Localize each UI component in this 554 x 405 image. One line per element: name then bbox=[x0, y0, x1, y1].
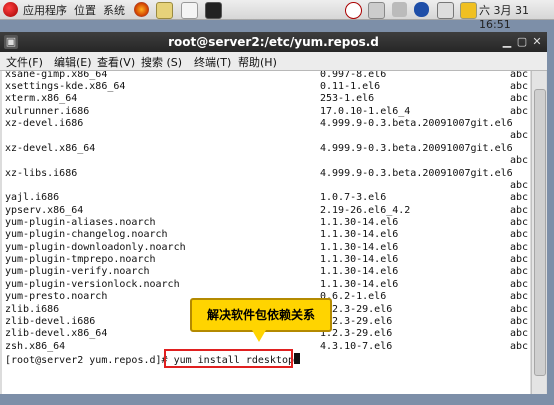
package-repo: abc bbox=[510, 291, 529, 302]
input-method-icon[interactable] bbox=[460, 2, 477, 19]
package-repo: abc bbox=[510, 130, 529, 141]
package-version: 1.1.30-14.el6 bbox=[320, 242, 399, 253]
menu-view[interactable]: 查看(V) bbox=[97, 54, 135, 70]
package-repo: abc bbox=[510, 316, 529, 327]
update-alert-icon[interactable] bbox=[345, 2, 362, 19]
places-menu[interactable]: 位置 bbox=[74, 2, 96, 18]
redhat-logo-icon[interactable] bbox=[3, 2, 18, 17]
package-repo: abc bbox=[510, 328, 529, 339]
package-repo: abc bbox=[510, 254, 529, 265]
package-repo: abc bbox=[510, 341, 529, 352]
package-name: yum-plugin-downloadonly.noarch bbox=[5, 242, 186, 253]
terminal-window: ▣ root@server2:/etc/yum.repos.d ▁ ▢ ✕ 文件… bbox=[0, 32, 547, 394]
package-version: 1.1.30-14.el6 bbox=[320, 266, 399, 277]
package-name: zsh.x86_64 bbox=[5, 341, 66, 352]
firefox-icon[interactable] bbox=[134, 2, 149, 17]
package-version: 1.1.30-14.el6 bbox=[320, 254, 399, 265]
package-repo: abc bbox=[510, 229, 529, 240]
applications-menu[interactable]: 应用程序 bbox=[23, 2, 67, 18]
package-name: zlib.i686 bbox=[5, 304, 60, 315]
package-version: 17.0.10-1.el6_4 bbox=[320, 106, 411, 117]
bluetooth-icon[interactable] bbox=[414, 2, 429, 17]
shell-prompt: [root@server2 yum.repos.d]# bbox=[5, 355, 174, 366]
window-title: root@server2:/etc/yum.repos.d bbox=[168, 35, 379, 49]
package-name: zlib-devel.x86_64 bbox=[5, 328, 108, 339]
menu-edit[interactable]: 编辑(E) bbox=[54, 54, 92, 70]
package-repo: abc bbox=[510, 106, 529, 117]
close-icon[interactable]: ✕ bbox=[530, 35, 544, 49]
package-repo: abc bbox=[510, 242, 529, 253]
package-name: xsane-gimp.x86_64 bbox=[5, 71, 108, 80]
package-name: xterm.x86_64 bbox=[5, 93, 78, 104]
package-repo: abc bbox=[510, 304, 529, 315]
menu-search[interactable]: 搜索 (S) bbox=[141, 54, 182, 70]
annotation-callout-pointer bbox=[252, 330, 266, 342]
package-name: zlib-devel.i686 bbox=[5, 316, 96, 327]
menu-help[interactable]: 帮助(H) bbox=[238, 54, 277, 70]
menu-file[interactable]: 文件(F) bbox=[6, 54, 43, 70]
package-name: xsettings-kde.x86_64 bbox=[5, 81, 126, 92]
annotation-callout: 解决软件包依赖关系 bbox=[190, 298, 332, 332]
maximize-icon[interactable]: ▢ bbox=[515, 35, 529, 49]
package-repo: abc bbox=[510, 155, 529, 166]
cursor bbox=[294, 353, 300, 364]
terminal-icon[interactable] bbox=[205, 2, 222, 19]
menubar: 文件(F) 编辑(E) 查看(V) 搜索 (S) 终端(T) 帮助(H) bbox=[0, 52, 547, 71]
package-name: yum-plugin-versionlock.noarch bbox=[5, 279, 180, 290]
package-version: 0.997-8.el6 bbox=[320, 71, 387, 80]
package-version: 4.999.9-0.3.beta.20091007git.el6 bbox=[320, 168, 513, 179]
package-version: 1.1.30-14.el6 bbox=[320, 279, 399, 290]
package-repo: abc bbox=[510, 81, 529, 92]
package-name: xz-devel.x86_64 bbox=[5, 143, 96, 154]
package-version: 1.1.30-14.el6 bbox=[320, 229, 399, 240]
command-highlight-box bbox=[164, 349, 293, 368]
chat-icon[interactable] bbox=[437, 2, 454, 19]
package-version: 4.999.9-0.3.beta.20091007git.el6 bbox=[320, 118, 513, 129]
package-version: 0.11-1.el6 bbox=[320, 81, 381, 92]
package-name: xulrunner.i686 bbox=[5, 106, 90, 117]
notes-icon[interactable] bbox=[181, 2, 198, 19]
package-repo: abc bbox=[510, 192, 529, 203]
package-name: yum-plugin-tmprepo.noarch bbox=[5, 254, 156, 265]
package-version: 4.3.10-7.el6 bbox=[320, 341, 393, 352]
minimize-icon[interactable]: ▁ bbox=[500, 35, 514, 49]
package-version: 2.19-26.el6_4.2 bbox=[320, 205, 411, 216]
package-repo: abc bbox=[510, 93, 529, 104]
package-version: 4.999.9-0.3.beta.20091007git.el6 bbox=[320, 143, 513, 154]
package-version: 1.0.7-3.el6 bbox=[320, 192, 387, 203]
menu-terminal[interactable]: 终端(T) bbox=[194, 54, 231, 70]
package-repo: abc bbox=[510, 217, 529, 228]
package-repo: abc bbox=[510, 266, 529, 277]
package-name: xz-devel.i686 bbox=[5, 118, 84, 129]
package-version: 1.1.30-14.el6 bbox=[320, 217, 399, 228]
package-name: yum-plugin-changelog.noarch bbox=[5, 229, 168, 240]
package-repo: abc bbox=[510, 180, 529, 191]
package-name: ypserv.x86_64 bbox=[5, 205, 84, 216]
clock[interactable]: 六 3月 31 16:51 bbox=[479, 2, 554, 31]
package-name: yum-plugin-verify.noarch bbox=[5, 266, 150, 277]
network-icon[interactable] bbox=[368, 2, 385, 19]
mail-icon[interactable] bbox=[156, 2, 173, 19]
volume-icon[interactable] bbox=[392, 2, 407, 17]
window-titlebar[interactable]: ▣ root@server2:/etc/yum.repos.d ▁ ▢ ✕ bbox=[0, 32, 547, 52]
package-name: xz-libs.i686 bbox=[5, 168, 78, 179]
package-repo: abc bbox=[510, 205, 529, 216]
vertical-scrollbar[interactable] bbox=[531, 71, 546, 394]
terminal-output[interactable]: xsane-gimp.x86_64 0.997-8.el6 abc xsetti… bbox=[2, 71, 530, 394]
package-repo: abc bbox=[510, 71, 529, 80]
package-name: yum-plugin-aliases.noarch bbox=[5, 217, 156, 228]
package-name: yum-presto.noarch bbox=[5, 291, 108, 302]
top-panel: 应用程序 位置 系统 六 3月 31 16:51 bbox=[0, 0, 554, 31]
system-menu[interactable]: 系统 bbox=[103, 2, 125, 18]
package-repo: abc bbox=[510, 279, 529, 290]
scrollbar-thumb[interactable] bbox=[534, 89, 546, 376]
package-name: yajl.i686 bbox=[5, 192, 60, 203]
package-version: 253-1.el6 bbox=[320, 93, 375, 104]
